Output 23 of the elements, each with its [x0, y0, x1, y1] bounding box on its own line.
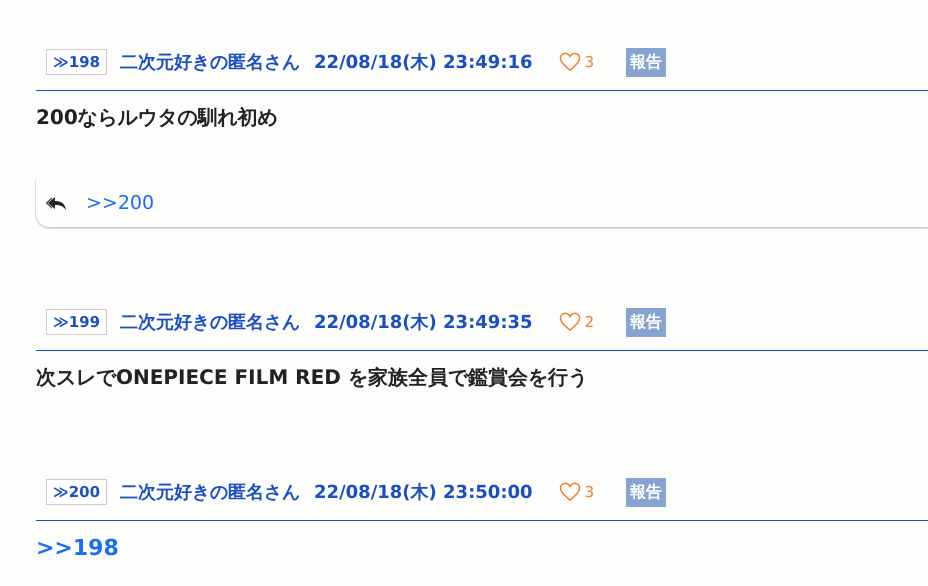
- report-button[interactable]: 報告: [626, 478, 666, 506]
- post-date: 22/08/18(木) 23:50:00: [314, 481, 533, 504]
- reply-link[interactable]: >>200: [86, 192, 154, 214]
- heart-icon[interactable]: [558, 52, 581, 72]
- post-date: 22/08/18(木) 23:49:16: [314, 51, 533, 74]
- post-number-link[interactable]: ≫198: [46, 49, 108, 75]
- reply-anchor-link[interactable]: >>198: [36, 536, 928, 561]
- poster-name: 二次元好きの匿名さん: [120, 311, 300, 334]
- post-number-link[interactable]: ≫199: [46, 309, 108, 335]
- report-button[interactable]: 報告: [626, 308, 666, 336]
- report-button[interactable]: 報告: [626, 48, 666, 76]
- poster-name: 二次元好きの匿名さん: [120, 51, 300, 74]
- like-count: 2: [584, 313, 594, 331]
- post-text: 200ならルウタの馴れ初め: [36, 104, 279, 131]
- heart-icon[interactable]: [558, 312, 581, 332]
- heart-icon[interactable]: [558, 482, 581, 502]
- reply-arrow-icon: [46, 195, 68, 211]
- post-number-link[interactable]: ≫200: [46, 479, 108, 505]
- post-text: 次スレでONEPIECE FILM RED を家族全員で鑑賞会を行う: [36, 364, 589, 391]
- post-date: 22/08/18(木) 23:49:35: [314, 311, 533, 334]
- poster-name: 二次元好きの匿名さん: [120, 481, 300, 504]
- like-count: 3: [584, 53, 594, 71]
- like-count: 3: [584, 483, 594, 501]
